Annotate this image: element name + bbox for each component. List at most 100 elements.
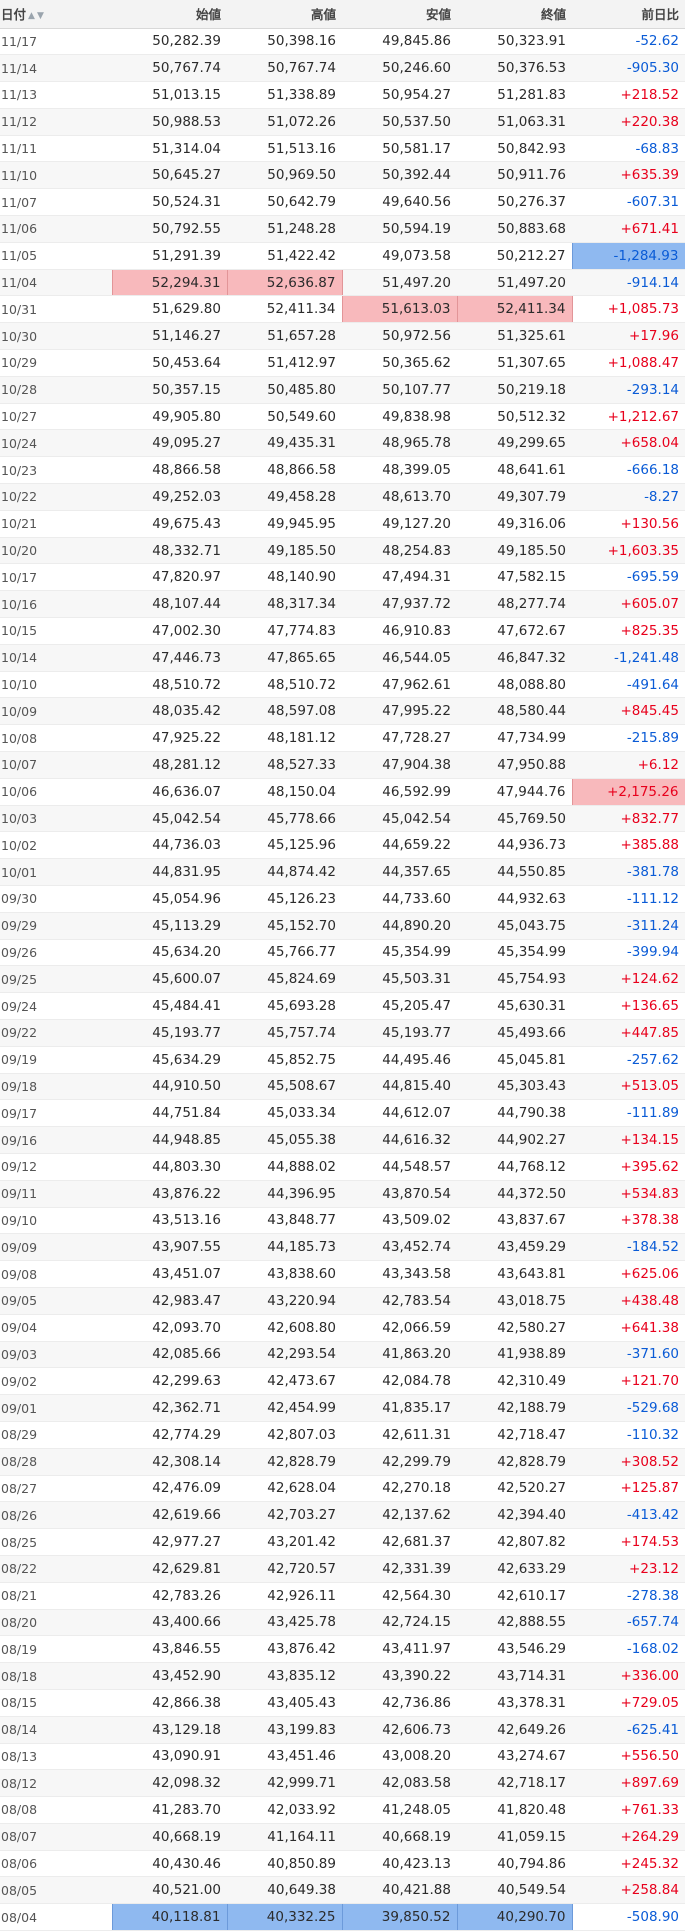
cell-open: 43,090.91 xyxy=(112,1743,227,1771)
cell-open: 48,332.71 xyxy=(112,537,227,565)
cell-low: 42,331.39 xyxy=(342,1555,457,1583)
cell-close: 43,546.29 xyxy=(457,1635,572,1664)
sort-ascending-icon[interactable]: ▲ xyxy=(28,11,35,21)
table-row: 11/07 50,524.31 50,642.79 49,640.56 50,276.3… xyxy=(0,188,685,217)
cell-low: 44,495.46 xyxy=(342,1046,457,1074)
table-row: 08/05 40,521.00 40,649.38 40,421.88 40,549.5… xyxy=(0,1876,685,1905)
cell-low: 45,205.47 xyxy=(342,992,457,1020)
cell-change: +1,088.47 xyxy=(572,349,685,377)
table-row: 10/07 48,281.12 48,527.33 47,904.38 47,950.8… xyxy=(0,751,685,779)
cell-low: 50,392.44 xyxy=(342,161,457,190)
cell-open: 48,035.42 xyxy=(112,697,227,726)
cell-date: 10/22 xyxy=(0,483,112,511)
cell-change: +658.04 xyxy=(572,429,685,458)
cell-close: 40,290.70 xyxy=(456,1903,573,1932)
cell-low: 42,564.30 xyxy=(342,1582,457,1610)
table-row: 10/21 49,675.43 49,945.95 49,127.20 49,316.0… xyxy=(0,510,685,538)
table-row: 10/24 49,095.27 49,435.31 48,965.78 49,299.6… xyxy=(0,429,685,458)
cell-high: 43,835.12 xyxy=(227,1662,342,1690)
cell-close: 44,790.38 xyxy=(457,1099,572,1128)
cell-date: 10/07 xyxy=(0,751,112,779)
table-row: 11/13 51,013.15 51,338.89 50,954.27 51,281.8… xyxy=(0,81,685,109)
cell-date: 08/08 xyxy=(0,1796,112,1824)
cell-close: 45,493.66 xyxy=(457,1019,572,1047)
cell-date: 09/18 xyxy=(0,1073,112,1101)
cell-close: 42,310.49 xyxy=(457,1367,572,1396)
table-row: 08/12 42,098.32 42,999.71 42,083.58 42,718.1… xyxy=(0,1769,685,1798)
cell-high: 48,317.34 xyxy=(227,590,342,619)
cell-change: +336.00 xyxy=(572,1662,685,1690)
cell-open: 49,095.27 xyxy=(112,429,227,458)
cell-high: 43,201.42 xyxy=(227,1528,342,1556)
cell-high: 43,848.77 xyxy=(227,1207,342,1235)
cell-high: 50,549.60 xyxy=(227,403,342,431)
cell-close: 47,734.99 xyxy=(457,724,572,753)
cell-high: 48,527.33 xyxy=(227,751,342,779)
cell-close: 50,376.53 xyxy=(457,54,572,83)
table-row: 09/03 42,085.66 42,293.54 41,863.20 41,938.8… xyxy=(0,1341,685,1369)
cell-close: 46,847.32 xyxy=(457,644,572,672)
cell-open: 45,042.54 xyxy=(112,805,227,833)
cell-low: 50,537.50 xyxy=(342,108,457,136)
cell-date: 08/21 xyxy=(0,1582,112,1610)
cell-high: 48,510.72 xyxy=(227,671,342,699)
cell-open: 48,510.72 xyxy=(112,671,227,699)
table-row: 09/10 43,513.16 43,848.77 43,509.02 43,837.6… xyxy=(0,1207,685,1235)
cell-high: 45,033.34 xyxy=(227,1099,342,1128)
table-row: 09/12 44,803.30 44,888.02 44,548.57 44,768.1… xyxy=(0,1153,685,1181)
cell-open: 43,451.07 xyxy=(112,1260,227,1288)
cell-open: 48,107.44 xyxy=(112,590,227,619)
cell-high: 48,150.04 xyxy=(227,778,342,806)
table-row: 10/14 47,446.73 47,865.65 46,544.05 46,847.3… xyxy=(0,644,685,672)
cell-low: 50,246.60 xyxy=(342,54,457,83)
cell-date: 10/29 xyxy=(0,349,112,377)
cell-open: 40,521.00 xyxy=(112,1876,227,1905)
cell-open: 50,767.74 xyxy=(112,54,227,83)
cell-close: 42,394.40 xyxy=(457,1501,572,1530)
cell-open: 45,634.20 xyxy=(112,939,227,967)
cell-low: 47,995.22 xyxy=(342,697,457,726)
cell-high: 42,828.79 xyxy=(227,1448,342,1476)
cell-low: 42,137.62 xyxy=(342,1501,457,1530)
column-header-date[interactable]: 日付 ▲ ▼ xyxy=(0,0,112,28)
cell-low: 50,594.19 xyxy=(342,215,457,243)
cell-close: 42,580.27 xyxy=(457,1314,572,1342)
cell-high: 50,767.74 xyxy=(227,54,342,83)
cell-date: 10/31 xyxy=(0,295,112,324)
table-row: 10/29 50,453.64 51,412.97 50,365.62 51,307.6… xyxy=(0,349,685,377)
cell-close: 50,219.18 xyxy=(457,376,572,404)
column-header-open: 始値 xyxy=(195,7,221,23)
cell-open: 47,925.22 xyxy=(112,724,227,753)
cell-low: 49,640.56 xyxy=(342,188,457,217)
cell-date: 09/17 xyxy=(0,1099,112,1128)
cell-high: 44,396.95 xyxy=(227,1180,342,1208)
sort-descending-icon[interactable]: ▼ xyxy=(37,11,44,21)
stock-price-table: 日付 ▲ ▼ 始値 高値 安値 終値 前日比 11/17 50,282.39 50,39… xyxy=(0,0,685,1932)
cell-date: 10/24 xyxy=(0,429,112,458)
cell-date: 08/26 xyxy=(0,1501,112,1530)
cell-open: 44,831.95 xyxy=(112,858,227,886)
column-header-change: 前日比 xyxy=(641,7,679,23)
table-row: 09/19 45,634.29 45,852.75 44,495.46 45,045.8… xyxy=(0,1046,685,1074)
cell-date: 09/24 xyxy=(0,992,112,1020)
cell-low: 48,613.70 xyxy=(342,483,457,511)
cell-change: +124.62 xyxy=(572,965,685,994)
cell-open: 42,085.66 xyxy=(112,1341,227,1369)
cell-date: 09/08 xyxy=(0,1260,112,1288)
cell-date: 08/29 xyxy=(0,1421,112,1449)
cell-close: 44,768.12 xyxy=(457,1153,572,1181)
cell-change: +136.65 xyxy=(572,992,685,1020)
cell-open: 47,446.73 xyxy=(112,644,227,672)
table-row: 11/14 50,767.74 50,767.74 50,246.60 50,376.5… xyxy=(0,54,685,83)
table-row: 08/07 40,668.19 41,164.11 40,668.19 41,059.1… xyxy=(0,1823,685,1851)
cell-low: 48,399.05 xyxy=(342,456,457,485)
table-row: 08/19 43,846.55 43,876.42 43,411.97 43,546.2… xyxy=(0,1635,685,1664)
cell-close: 41,938.89 xyxy=(457,1341,572,1369)
cell-close: 40,794.86 xyxy=(457,1850,572,1878)
cell-open: 43,907.55 xyxy=(112,1233,227,1262)
table-row: 08/21 42,783.26 42,926.11 42,564.30 42,610.1… xyxy=(0,1582,685,1610)
cell-close: 45,354.99 xyxy=(457,939,572,967)
cell-high: 52,636.87 xyxy=(226,269,343,297)
cell-close: 47,582.15 xyxy=(457,563,572,592)
cell-high: 41,164.11 xyxy=(227,1823,342,1851)
